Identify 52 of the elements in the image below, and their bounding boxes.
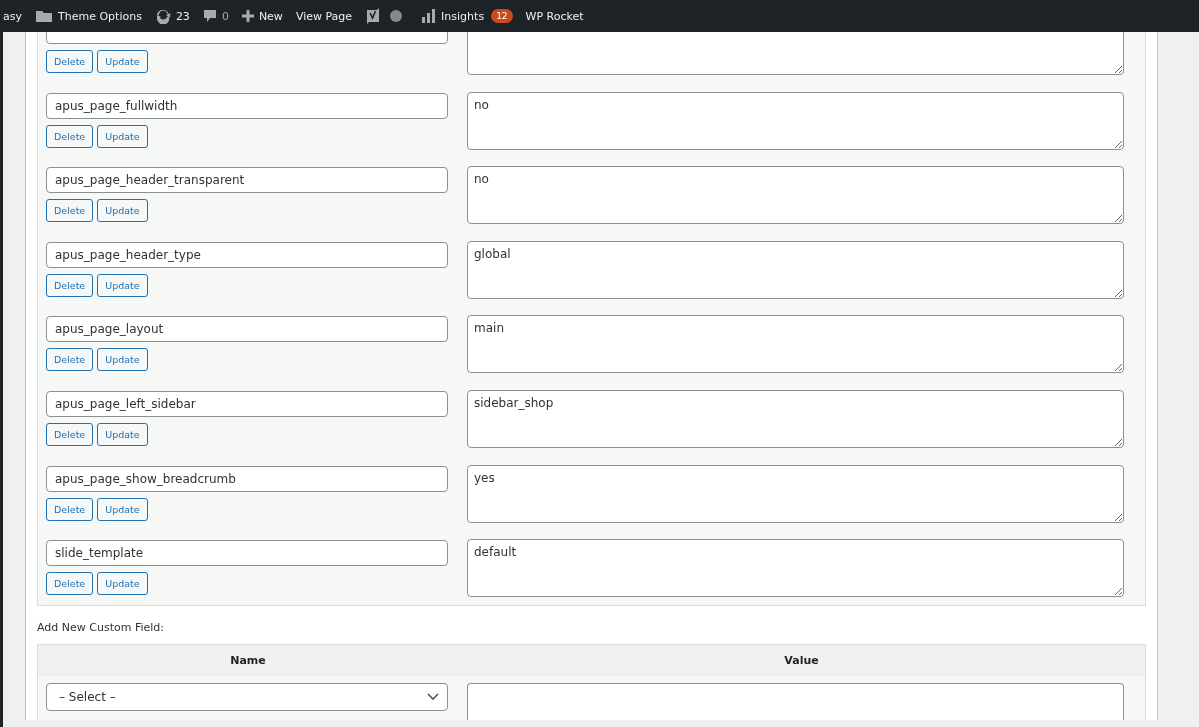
insights-link[interactable]: Insights 12 [422, 9, 513, 23]
field-value-textarea[interactable] [467, 32, 1124, 75]
column-header: Value [783, 653, 820, 667]
row-button[interactable]: Delete [46, 273, 94, 297]
field-name-input[interactable]: apus_page_fullwidth [46, 92, 448, 119]
comments-link[interactable]: 0 [202, 9, 229, 23]
field-value-textarea[interactable]: yes [467, 464, 1124, 523]
row-button[interactable]: Delete [46, 422, 94, 446]
row-button[interactable]: Delete [46, 199, 94, 223]
row-button[interactable]: Update [97, 572, 148, 596]
field-name-input[interactable]: apus_page_header_transparent [46, 167, 448, 194]
field-name-input[interactable]: slide_template [46, 540, 448, 567]
field-name-input[interactable]: apus_page_layout [46, 316, 448, 343]
row-button[interactable]: Delete [46, 50, 94, 73]
updates-link[interactable]: 23 [154, 8, 190, 24]
row-button[interactable]: Update [97, 422, 148, 446]
field-value-textarea[interactable]: main [467, 315, 1124, 374]
new-link[interactable]: New [241, 9, 283, 23]
row-button[interactable]: Delete [46, 124, 94, 148]
value-textarea[interactable] [467, 682, 1124, 720]
admin-bar-link[interactable]: View Page [295, 9, 353, 23]
row-button[interactable]: Delete [46, 497, 94, 521]
admin-bar-link[interactable]: asy [3, 9, 22, 23]
bar-chart-icon [422, 9, 437, 23]
field-value-textarea[interactable]: no [467, 91, 1124, 150]
admin-bar-link[interactable]: WP Rocket [525, 9, 584, 23]
status-dot-icon [390, 10, 403, 22]
row-button[interactable]: Delete [46, 572, 94, 596]
row-button[interactable]: Update [97, 273, 148, 297]
row-button[interactable]: Delete [46, 348, 94, 372]
comment-icon [202, 9, 217, 23]
row-button[interactable]: Update [97, 348, 148, 372]
field-value-textarea[interactable]: global [467, 240, 1124, 299]
count-badge: 12 [491, 9, 513, 23]
field-value-textarea[interactable]: default [467, 539, 1124, 598]
row-button[interactable]: Update [97, 497, 148, 521]
theme-options-link[interactable]: Theme Options [35, 9, 142, 23]
plus-icon [241, 10, 254, 22]
field-value-textarea[interactable]: no [467, 166, 1124, 225]
row-button[interactable]: Update [97, 199, 148, 223]
field-name-input[interactable]: apus_page_header_type [46, 241, 448, 268]
chevron-down-icon [427, 692, 439, 701]
field-value-textarea[interactable]: sidebar_shop [467, 389, 1124, 448]
row-button[interactable]: Update [97, 124, 148, 148]
row-button[interactable]: Update [97, 50, 148, 73]
field-name-input[interactable]: apus_page_left_sidebar [46, 390, 448, 417]
field-name-input[interactable]: apus_page_show_breadcrumb [46, 465, 448, 492]
column-header: Name [229, 653, 267, 667]
folder-icon [35, 9, 53, 23]
section-label: Add New Custom Field: [37, 620, 165, 634]
select-field[interactable]: – Select – [46, 682, 448, 711]
refresh-icon [154, 8, 171, 24]
